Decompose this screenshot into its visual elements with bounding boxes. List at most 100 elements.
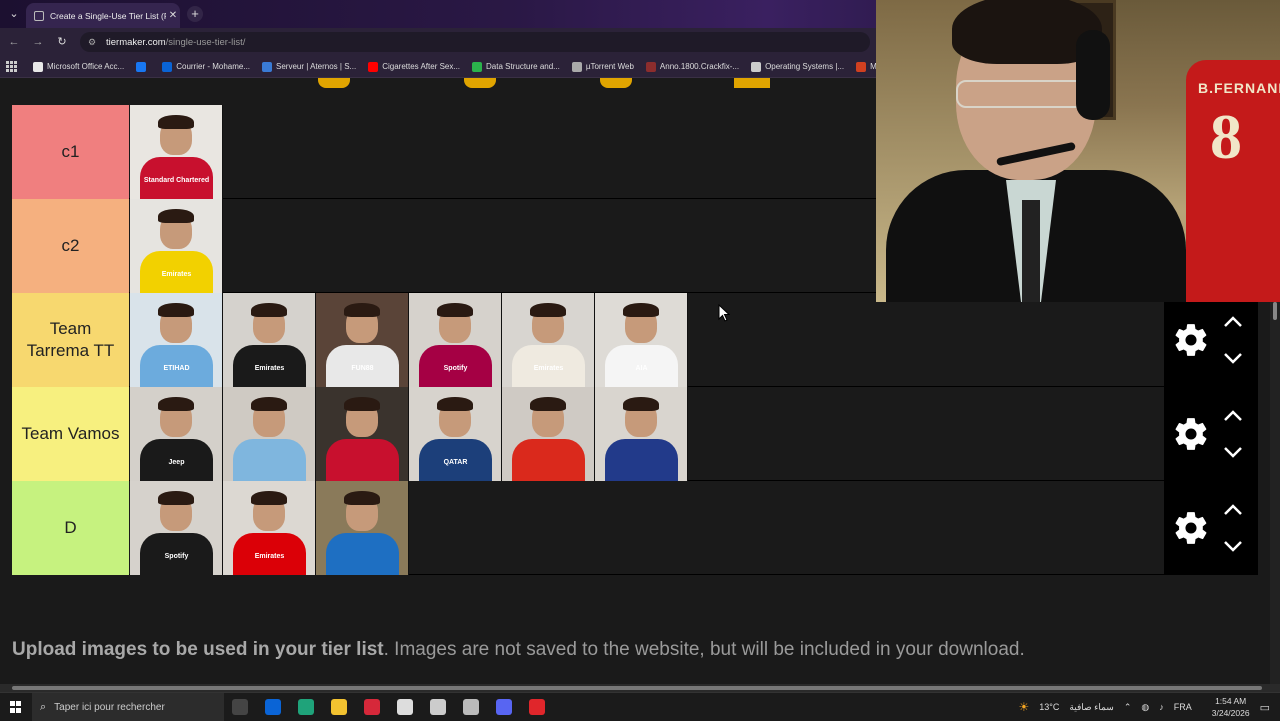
tier-item-image[interactable]: Emirates — [130, 199, 223, 293]
tier-item-image[interactable]: ETIHAD — [130, 293, 223, 387]
windows-taskbar: ⌕ Taper ici pour rechercher ☀ 13°C سماء … — [0, 692, 1280, 721]
new-tab-button[interactable]: + — [187, 6, 203, 22]
network-icon[interactable]: ◍ — [1141, 702, 1149, 713]
language-indicator[interactable]: FRA — [1174, 702, 1192, 712]
bookmark-item[interactable]: Serveur | Aternos | S... — [262, 61, 356, 72]
photo-hair — [530, 303, 566, 317]
weather-icon[interactable]: ☀ — [1019, 700, 1030, 714]
clock[interactable]: 1:54 AM 3/24/2026 — [1212, 695, 1250, 719]
address-bar[interactable]: ⚙ tiermaker.com /single-use-tier-list/ — [80, 32, 870, 52]
tier-label[interactable]: Team Tarrema TT — [12, 293, 129, 387]
bookmark-item[interactable]: Courrier - Mohame... — [162, 61, 250, 72]
edge-icon[interactable] — [298, 699, 314, 715]
scrollbar-thumb[interactable] — [12, 686, 1262, 690]
wps-icon[interactable] — [364, 699, 380, 715]
obs-icon[interactable] — [430, 699, 446, 715]
taskbar-search-placeholder: Taper ici pour rechercher — [54, 701, 165, 713]
bookmark-label: Data Structure and... — [486, 62, 560, 71]
tab-close-icon[interactable]: ✕ — [166, 10, 180, 21]
tab-active[interactable]: Create a Single-Use Tier List (Pic ✕ — [26, 3, 180, 28]
reload-icon[interactable]: ↻ — [54, 34, 70, 50]
tier-item-image[interactable]: Emirates — [223, 481, 316, 575]
chrome-icon[interactable] — [397, 699, 413, 715]
chevron-down-icon[interactable] — [1222, 445, 1244, 459]
webcam-jersey — [1186, 60, 1280, 302]
search-icon: ⌕ — [40, 700, 47, 713]
opera-icon[interactable] — [529, 699, 545, 715]
emoji-partial — [734, 78, 770, 88]
jersey-sponsor: QATAR — [443, 459, 468, 466]
photo-hair — [344, 303, 380, 317]
apps-grid-icon[interactable] — [6, 60, 17, 73]
chevron-up-icon[interactable] — [1222, 503, 1244, 517]
photo-hair — [344, 397, 380, 411]
bookmark-favicon-icon — [856, 61, 867, 72]
weather-temp[interactable]: 13°C — [1039, 702, 1059, 712]
tier-item-image[interactable]: FUN88 — [316, 293, 409, 387]
tier-item-image[interactable] — [316, 481, 409, 575]
tier-item-image[interactable]: AIA — [595, 293, 688, 387]
back-arrow-icon[interactable]: ← — [6, 34, 22, 50]
photo-hair — [158, 397, 194, 411]
task-view-icon[interactable] — [232, 699, 248, 715]
chevron-up-icon[interactable] — [1222, 315, 1244, 329]
bookmark-label: µTorrent Web — [585, 62, 634, 71]
tier-label[interactable]: c1 — [12, 105, 129, 199]
system-tray: ☀ 13°C سماء صافية ⌃ ◍ ♪ FRA 1:54 AM 3/24… — [1019, 693, 1280, 721]
tier-label[interactable]: Team Vamos — [12, 387, 129, 481]
tier-label[interactable]: D — [12, 481, 129, 575]
photo-hair — [251, 397, 287, 411]
clock-time: 1:54 AM — [1215, 696, 1247, 706]
site-info-icon[interactable]: ⚙ — [88, 37, 98, 47]
volume-icon[interactable]: ♪ — [1159, 702, 1164, 712]
jersey-sponsor: Emirates — [254, 365, 285, 372]
tier-item-image[interactable]: Spotify — [409, 293, 502, 387]
tier-item-image[interactable]: Emirates — [502, 293, 595, 387]
tier-item-image[interactable]: Emirates — [223, 293, 316, 387]
scrollbar-thumb[interactable] — [1273, 302, 1277, 320]
horizontal-scrollbar[interactable] — [0, 684, 1280, 692]
vertical-scrollbar[interactable] — [1270, 300, 1280, 684]
tier-label[interactable]: c2 — [12, 199, 129, 293]
tier-item-image[interactable]: Spotify — [130, 481, 223, 575]
bookmark-item[interactable] — [136, 61, 150, 72]
bookmark-favicon-icon — [262, 61, 273, 72]
tier-item-image[interactable]: Jeep — [130, 387, 223, 481]
app-icon[interactable] — [463, 699, 479, 715]
chevron-down-icon[interactable] — [1222, 539, 1244, 553]
tier-item-image[interactable] — [223, 387, 316, 481]
bookmark-item[interactable]: µTorrent Web — [571, 61, 634, 72]
tier-item-image[interactable]: QATAR — [409, 387, 502, 481]
bookmark-item[interactable]: Cigarettes After Sex... — [368, 61, 460, 72]
jersey-sponsor: AIA — [635, 365, 648, 372]
gear-icon[interactable] — [1172, 321, 1210, 359]
tab-search-icon[interactable]: ⌄ — [6, 6, 22, 22]
windows-start-icon[interactable] — [10, 701, 22, 713]
notifications-icon[interactable]: ▭ — [1260, 701, 1270, 714]
outlook-icon[interactable] — [265, 699, 281, 715]
gear-icon[interactable] — [1172, 509, 1210, 547]
tier-item-image[interactable] — [595, 387, 688, 481]
tier-item-image[interactable] — [316, 387, 409, 481]
bookmark-item[interactable]: Microsoft Office Acc... — [33, 61, 125, 72]
chevron-down-icon[interactable] — [1222, 351, 1244, 365]
tier-items: Emirates — [130, 199, 223, 293]
bookmark-item[interactable]: My — [856, 61, 876, 72]
chevron-up-icon[interactable] — [1222, 409, 1244, 423]
bookmark-favicon-icon — [136, 61, 147, 72]
bookmark-item[interactable]: Data Structure and... — [472, 61, 560, 72]
taskbar-search[interactable]: ⌕ Taper ici pour rechercher — [32, 693, 224, 721]
bookmark-favicon-icon — [472, 61, 483, 72]
tier-item-image[interactable]: Standard Chartered — [130, 105, 223, 199]
discord-icon[interactable] — [496, 699, 512, 715]
gear-icon[interactable] — [1172, 415, 1210, 453]
jersey-sponsor: Standard Chartered — [143, 177, 210, 184]
bookmark-label: Microsoft Office Acc... — [47, 62, 125, 71]
weather-text[interactable]: سماء صافية — [1069, 702, 1113, 713]
explorer-icon[interactable] — [331, 699, 347, 715]
bookmark-item[interactable]: Anno.1800.Crackfix-... — [645, 61, 739, 72]
tray-chevron-icon[interactable]: ⌃ — [1124, 702, 1132, 713]
bookmark-item[interactable]: Operating Systems |... — [751, 61, 844, 72]
tier-item-image[interactable] — [502, 387, 595, 481]
forward-arrow-icon[interactable]: → — [30, 34, 46, 50]
